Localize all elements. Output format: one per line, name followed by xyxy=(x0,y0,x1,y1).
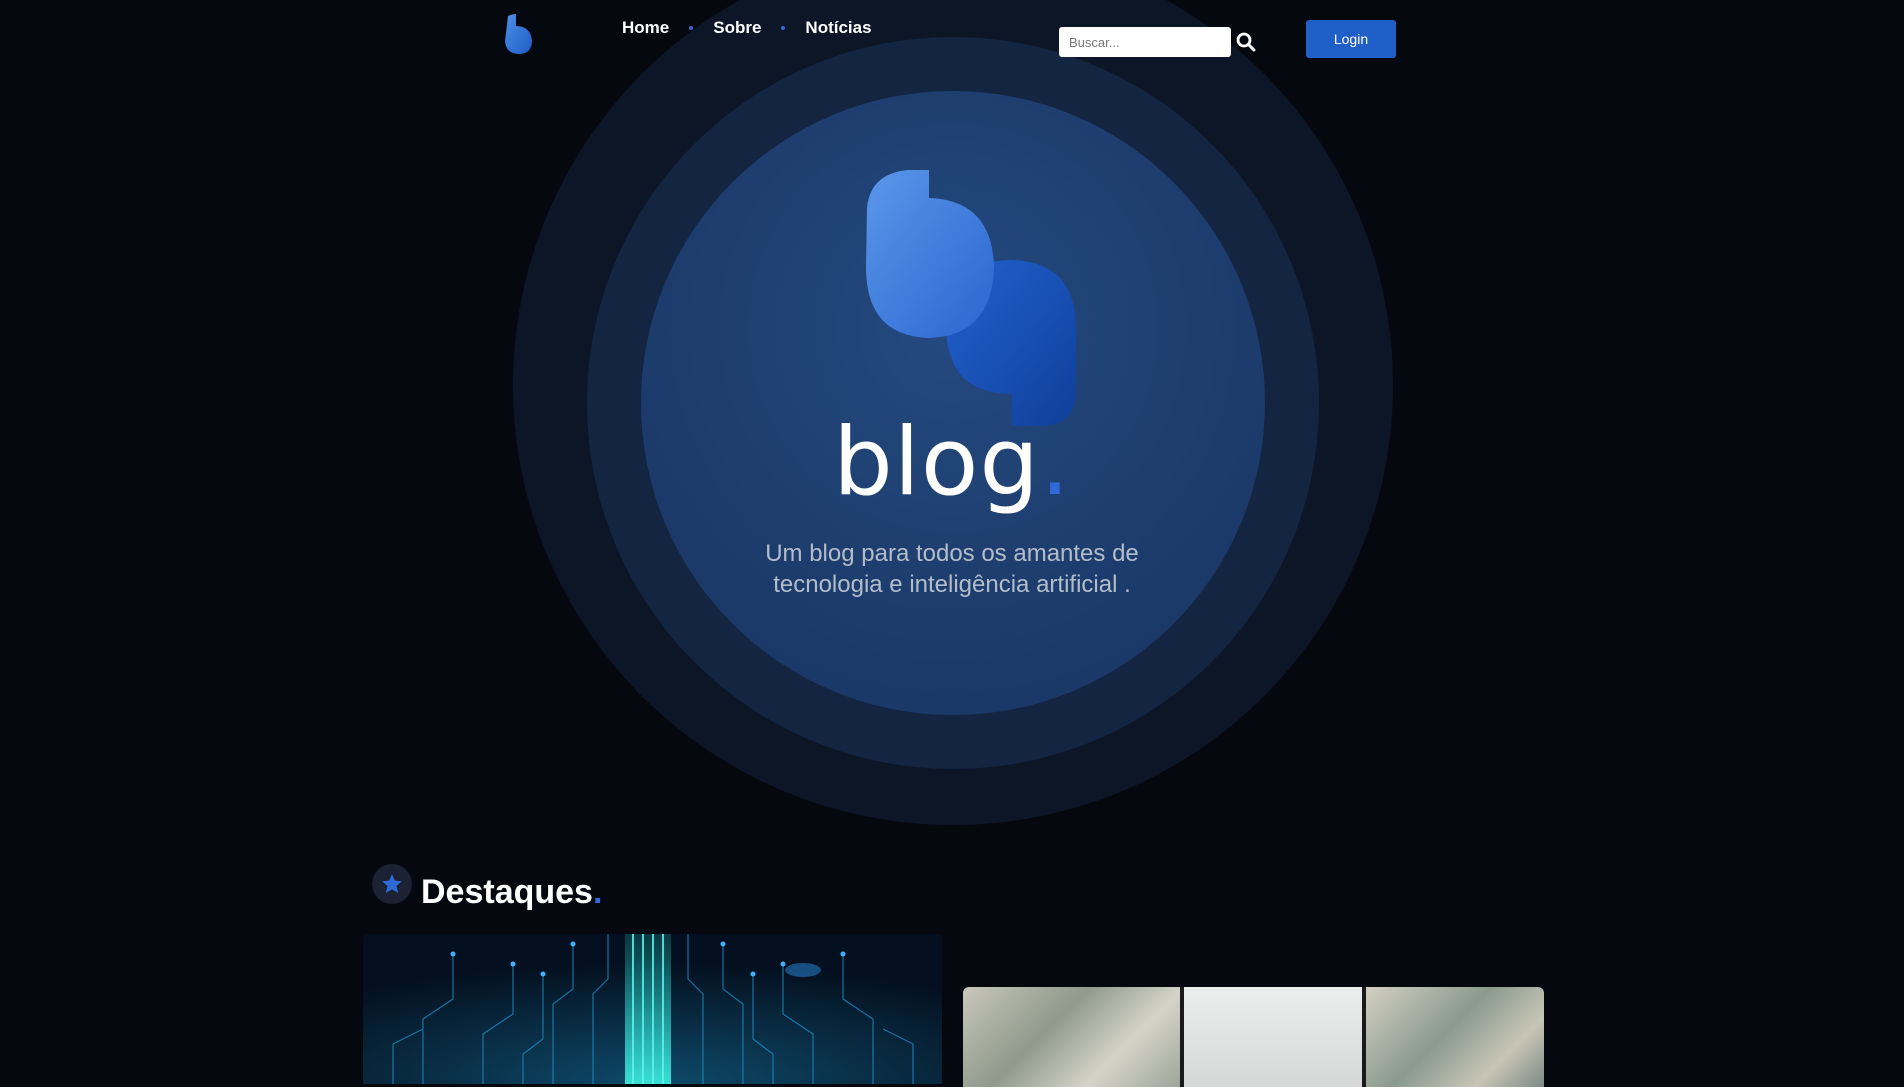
hero-title: blog. xyxy=(0,416,1904,510)
hero-logo-icon xyxy=(866,170,1076,426)
nav-sobre[interactable]: Sobre xyxy=(713,18,761,38)
nav-separator xyxy=(781,26,786,30)
featured-card-image[interactable] xyxy=(963,987,1544,1087)
featured-title-dot: . xyxy=(592,873,603,911)
logo-icon[interactable] xyxy=(502,12,538,56)
search-input[interactable] xyxy=(1059,27,1231,57)
circuit-image xyxy=(363,934,942,1084)
star-icon xyxy=(382,874,402,893)
featured-title: Destaques. xyxy=(421,873,602,912)
nav-home[interactable]: Home xyxy=(622,18,669,38)
featured-badge xyxy=(372,864,412,904)
nav-separator xyxy=(689,26,694,30)
main-nav: Home Sobre Notícias xyxy=(622,18,872,38)
hero-title-text: blog xyxy=(833,408,1041,517)
hero-subtitle: Um blog para todos os amantes de tecnolo… xyxy=(765,540,1139,598)
login-button[interactable]: Login xyxy=(1306,20,1396,58)
money-image-center xyxy=(1184,987,1362,1087)
search-icon[interactable] xyxy=(1235,31,1257,53)
featured-card-image[interactable] xyxy=(363,934,942,1084)
money-image-left xyxy=(963,987,1180,1087)
money-image-right xyxy=(1366,987,1544,1087)
hero-title-dot: . xyxy=(1040,408,1071,517)
nav-noticias[interactable]: Notícias xyxy=(805,18,871,38)
featured-title-text: Destaques xyxy=(421,873,593,911)
